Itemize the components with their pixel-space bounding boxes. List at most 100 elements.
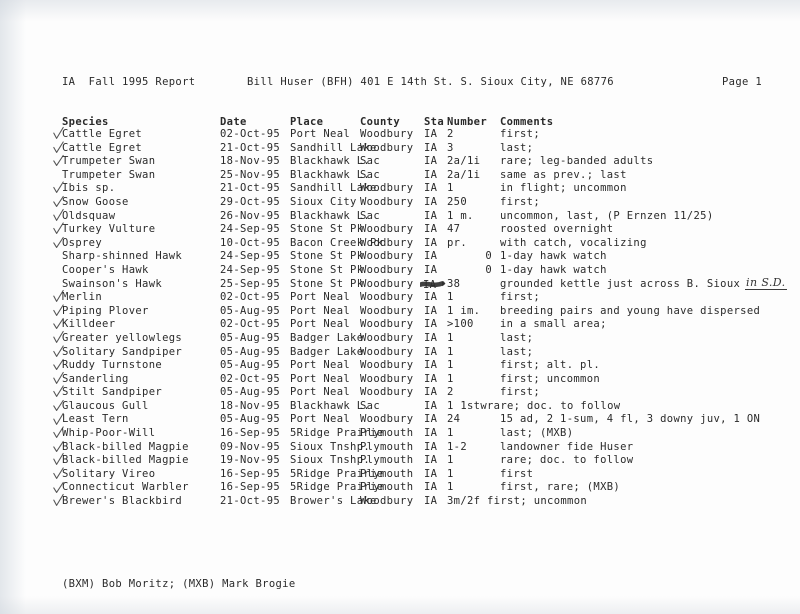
cell-place: Blackhawk L. [290, 399, 371, 412]
cell-number: 3 [447, 141, 454, 154]
cell-number: 24 [447, 413, 461, 426]
cell-sta: IA [424, 454, 438, 467]
cell-date: 05-Aug-95 [220, 359, 281, 372]
cell-number: >100 [447, 318, 474, 331]
cell-species: Whip-Poor-Will [62, 427, 156, 440]
cell-sta: IA [424, 223, 438, 236]
cell-species: Swainson's Hawk [62, 277, 163, 290]
cell-comments: landowner fide Huser [500, 440, 634, 453]
cell-county: Sac [360, 168, 381, 181]
cell-number: 2a/1i [447, 168, 481, 181]
document-header: IA Fall 1995 Report Bill Huser (BFH) 401… [62, 76, 762, 90]
cell-number: pr. [447, 236, 468, 249]
cell-number: 0 [485, 250, 492, 263]
cell-place: Port Neal [290, 372, 351, 385]
cell-species: Cattle Egret [62, 141, 143, 154]
cell-species: Connecticut Warbler [62, 481, 189, 494]
cell-species: Osprey [62, 236, 103, 249]
table-row: Piping Plover 05-Aug-95 Port Neal Woodbury I… [62, 305, 782, 319]
cell-date: 02-Oct-95 [220, 372, 281, 385]
cell-county: Sac [360, 155, 381, 168]
cell-number: 1 [447, 427, 454, 440]
cell-county: Woodbury [360, 141, 414, 154]
cell-place: Port Neal [290, 386, 351, 399]
table-row: Snow Goose 29-Oct-95 Sioux City Woodbury IA 2… [62, 196, 782, 210]
cell-county: Woodbury [360, 277, 414, 290]
cell-place: Port Neal [290, 359, 351, 372]
cell-date: 24-Sep-95 [220, 223, 281, 236]
cell-date: 05-Aug-95 [220, 331, 281, 344]
cell-species: Glaucous Gull [62, 399, 149, 412]
cell-comments: first; uncommon [487, 495, 588, 508]
cell-county: Woodbury [360, 359, 414, 372]
cell-date: 02-Oct-95 [220, 318, 281, 331]
cell-species: Solitary Sandpiper [62, 345, 183, 358]
cell-number: 1 [447, 454, 454, 467]
cell-sta: IA [424, 155, 438, 168]
cell-number: 250 [447, 195, 468, 208]
cell-date: 09-Nov-95 [220, 440, 281, 453]
cell-species: Snow Goose [62, 195, 129, 208]
table-row: Ibis sp. 21-Oct-95 Sandhill Lake Woodbury IA… [62, 182, 782, 196]
cell-sta: IA [424, 128, 438, 140]
table-row: Brewer's Blackbird 21-Oct-95 Brower's Lake… [62, 495, 782, 509]
table-row: Greater yellowlegs 05-Aug-95 Badger Lake Wo… [62, 332, 782, 346]
cell-county: Plymouth [360, 481, 414, 494]
cell-comments: 1-day hawk watch [500, 263, 607, 276]
cell-comments: first; alt. pl. [500, 359, 601, 372]
cell-date: 26-Nov-95 [220, 209, 281, 222]
cell-sta: IA [424, 495, 438, 508]
cell-comments: breeding pairs and young have dispersed [500, 304, 761, 317]
cell-comments: first; [500, 128, 541, 140]
table-row: Black-billed Magpie 19-Nov-95 Sioux Tnshp.… [62, 454, 782, 468]
cell-date: 29-Oct-95 [220, 195, 281, 208]
cell-place: Badger Lake [290, 345, 364, 358]
table-row: Glaucous Gull 18-Nov-95 Blackhawk L. Sac IA 1… [62, 400, 782, 414]
cell-sta: IA [424, 182, 438, 195]
cell-comments: uncommon, last, (P Ernzen 11/25) [500, 209, 714, 222]
cell-place: Blackhawk L. [290, 209, 371, 222]
cell-species: Black-billed Magpie [62, 440, 189, 453]
cell-place: Badger Lake [290, 331, 364, 344]
cell-place: Stone St Pk [290, 250, 364, 263]
table-row: Ruddy Turnstone 05-Aug-95 Port Neal Woodbur… [62, 359, 782, 373]
cell-date: 16-Sep-95 [220, 427, 281, 440]
cell-county: Woodbury [360, 250, 414, 263]
cell-species: Ibis sp. [62, 182, 116, 195]
cell-comments: rare; doc. to follow [487, 399, 621, 412]
cell-species: Solitary Vireo [62, 467, 156, 480]
cell-comments: first [500, 467, 534, 480]
cell-place: Port Neal [290, 413, 351, 426]
cell-date: 18-Nov-95 [220, 399, 281, 412]
cell-county: Plymouth [360, 427, 414, 440]
cell-species: Sharp-shinned Hawk [62, 250, 183, 263]
cell-sta: IA [424, 372, 438, 385]
cell-comments: first; uncommon [500, 372, 601, 385]
cell-county: Woodbury [360, 291, 414, 304]
cell-number: 1 [447, 345, 454, 358]
cell-number: 1 [447, 182, 454, 195]
cell-county: Sac [360, 399, 381, 412]
cell-place: Sioux Tnshp. [290, 440, 371, 453]
cell-sta: IA [424, 209, 438, 222]
cell-county: Woodbury [360, 182, 414, 195]
cell-comments: with catch, vocalizing [500, 236, 647, 249]
cell-sta: IA [424, 291, 438, 304]
cell-species: Killdeer [62, 318, 116, 331]
cell-date: 05-Aug-95 [220, 304, 281, 317]
cell-comments: 15 ad, 2 1-sum, 4 fl, 3 downy juv, 1 ON [500, 413, 761, 426]
cell-date: 19-Nov-95 [220, 454, 281, 467]
cell-comments: last; (MXB) [500, 427, 574, 440]
table-row: Sharp-shinned Hawk 24-Sep-95 Stone St Pk Wo… [62, 250, 782, 264]
cell-county: Woodbury [360, 236, 414, 249]
table-row: Swainson's Hawk 25-Sep-95 Stone St Pk Woodb… [62, 278, 782, 292]
cell-place: Stone St Pk [290, 277, 364, 290]
cell-comments: in a small area; [500, 318, 607, 331]
cell-number: 1 1stw [447, 399, 488, 412]
cell-sta: IA [424, 427, 438, 440]
table-row: Trumpeter Swan 18-Nov-95 Blackhawk L. Sac IA… [62, 155, 782, 169]
cell-county: Plymouth [360, 440, 414, 453]
scanned-document-page: IA Fall 1995 Report Bill Huser (BFH) 401… [0, 0, 800, 614]
cell-date: 16-Sep-95 [220, 467, 281, 480]
cell-sta: IA [424, 141, 438, 154]
